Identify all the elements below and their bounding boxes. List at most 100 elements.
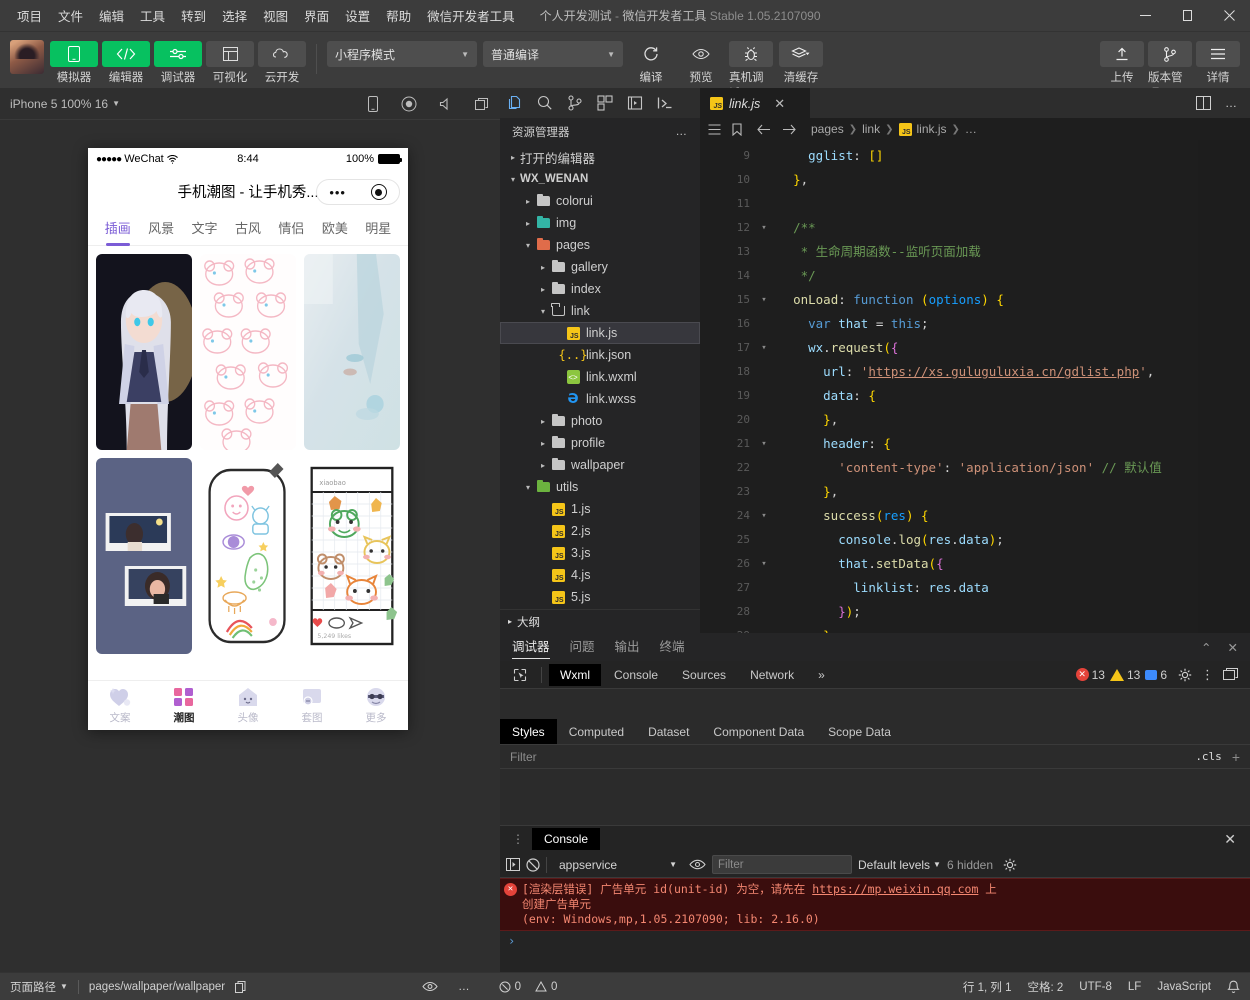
console-sidebar-icon[interactable] — [506, 858, 520, 871]
language-mode[interactable]: JavaScript — [1157, 981, 1211, 993]
compile-select[interactable]: 普通编译 ▼ — [483, 41, 623, 67]
explorer-more-icon[interactable]: … — [676, 126, 689, 138]
tree-item-link-wxml[interactable]: <> link.wxml — [500, 366, 700, 388]
toggle-visualization[interactable]: 可视化 — [206, 36, 254, 85]
tree-item-link-js[interactable]: JS link.js — [500, 322, 700, 344]
panel-tab-terminal[interactable]: 终端 — [660, 633, 685, 661]
category-tab-3[interactable]: 古风 — [226, 212, 269, 246]
tree-item-link[interactable]: ▾ link — [500, 300, 700, 322]
preview-button[interactable]: 预览 — [679, 36, 723, 85]
panel-tab-problems[interactable]: 问题 — [570, 633, 595, 661]
fold-icon[interactable]: ▾ — [758, 504, 770, 528]
tree-item-profile[interactable]: ▸ profile — [500, 432, 700, 454]
code-line[interactable]: var that = this; — [778, 312, 1250, 336]
code-line[interactable] — [778, 192, 1250, 216]
console-prompt[interactable]: › — [500, 931, 1250, 951]
menu-item-goto[interactable]: 转到 — [174, 2, 213, 29]
menu-item-select[interactable]: 选择 — [215, 2, 254, 29]
tree-item-wallpaper[interactable]: ▸ wallpaper — [500, 454, 700, 476]
clear-cache-button[interactable]: 清缓存 — [779, 36, 823, 85]
tree-root[interactable]: ▾ WX_WENAN — [500, 168, 700, 190]
menu-item-project[interactable]: 项目 — [10, 2, 49, 29]
breadcrumb-file[interactable]: link.js — [917, 122, 947, 136]
tab-touxiang[interactable]: 头像 — [216, 681, 280, 730]
capsule-more-icon[interactable]: ••• — [329, 185, 346, 200]
terminal-icon[interactable] — [656, 94, 674, 112]
tree-item-5-js[interactable]: JS 5.js — [500, 586, 700, 608]
tree-item-colorui[interactable]: ▸ colorui — [500, 190, 700, 212]
category-tab-1[interactable]: 风景 — [139, 212, 182, 246]
minimap[interactable] — [1198, 140, 1250, 633]
info-counter[interactable]: 6 — [1145, 668, 1167, 682]
tree-item-utils[interactable]: ▾ utils — [500, 476, 700, 498]
fold-icon[interactable]: ▾ — [758, 336, 770, 360]
chevron-right-icon[interactable]: ▸ — [536, 417, 550, 426]
encoding-setting[interactable]: UTF-8 — [1079, 981, 1112, 993]
clear-console-icon[interactable] — [526, 857, 540, 872]
styles-filter-input[interactable]: Filter — [510, 750, 537, 764]
gallery-thumb[interactable] — [200, 458, 296, 654]
mode-select[interactable]: 小程序模式 ▼ — [327, 41, 477, 67]
code-line[interactable]: data: { — [778, 384, 1250, 408]
dock-side-icon[interactable] — [1223, 668, 1238, 681]
code-line[interactable]: }, — [778, 408, 1250, 432]
capsule-button[interactable]: ••• — [316, 179, 400, 205]
tree-item-1-js[interactable]: JS 1.js — [500, 498, 700, 520]
tree-item-photo[interactable]: ▸ photo — [500, 410, 700, 432]
styles-tab-styles[interactable]: Styles — [500, 719, 557, 744]
cursor-position[interactable]: 行 1, 列 1 — [963, 979, 1012, 995]
tab-more[interactable]: 更多 — [344, 681, 408, 730]
tree-item-img[interactable]: ▸ img — [500, 212, 700, 234]
category-tab-6[interactable]: 明星 — [357, 212, 400, 246]
menu-item-interface[interactable]: 界面 — [297, 2, 336, 29]
extensions-icon[interactable] — [596, 94, 614, 112]
styles-tab-computed[interactable]: Computed — [557, 719, 636, 744]
console-error-message[interactable]: ✕ [渲染层错误] 广告单元 id(unit-id) 为空，请先在 https:… — [500, 878, 1250, 931]
forward-icon[interactable] — [782, 124, 796, 135]
drawer-tab-console[interactable]: Console — [532, 828, 601, 850]
category-tab-0[interactable]: 插画 — [96, 212, 139, 246]
menu-item-view[interactable]: 视图 — [256, 2, 295, 29]
close-button[interactable] — [1208, 0, 1250, 32]
code-area[interactable]: 9 10 11 12 ▾ 13 14 15 ▾ 16 17 ▾ 18 19 20 21 ▾ 22 23 24 ▾ 25 26… — [700, 140, 1250, 633]
styles-tab-component-data[interactable]: Component Data — [701, 719, 816, 744]
chevron-right-icon[interactable]: ▸ — [521, 197, 535, 206]
fold-icon[interactable]: ▾ — [758, 288, 770, 312]
toggle-simulator[interactable]: 模拟器 — [50, 36, 98, 85]
status-error-count-group[interactable]: 0 — [499, 981, 521, 993]
fold-icon[interactable]: ▾ — [758, 216, 770, 240]
tab-wenan[interactable]: 文案 — [88, 681, 152, 730]
outline-toggle-icon[interactable] — [708, 123, 721, 135]
more-icon[interactable]: … — [458, 981, 471, 993]
devtools-tab-network[interactable]: Network — [739, 664, 805, 686]
breadcrumb-pages[interactable]: pages — [811, 122, 844, 136]
editor-tab-linkjs[interactable]: JS link.js ✕ — [700, 88, 810, 118]
code-line[interactable]: } — [778, 624, 1250, 633]
code-line[interactable]: onLoad: function (options) { — [778, 288, 1250, 312]
chevron-down-icon[interactable]: ▾ — [521, 483, 535, 492]
console-context-select[interactable]: appservice ▼ — [553, 858, 683, 872]
code-line[interactable]: */ — [778, 264, 1250, 288]
code-line[interactable]: }, — [778, 480, 1250, 504]
drawer-menu-icon[interactable]: ⋮ — [506, 832, 530, 846]
split-editor-icon[interactable] — [1196, 96, 1211, 110]
eye-icon[interactable] — [422, 981, 438, 992]
code-line[interactable]: }, — [778, 168, 1250, 192]
gallery-thumb[interactable] — [200, 254, 296, 450]
minimize-button[interactable] — [1124, 0, 1166, 32]
toggle-editor[interactable]: 编辑器 — [102, 36, 150, 85]
tab-chaotu[interactable]: 潮图 — [152, 681, 216, 730]
warning-counter[interactable]: 13 — [1109, 668, 1140, 682]
code-line[interactable]: success(res) { — [778, 504, 1250, 528]
code-line[interactable]: header: { — [778, 432, 1250, 456]
compile-button[interactable]: 编译 — [629, 36, 673, 85]
record-icon[interactable] — [401, 96, 417, 112]
drawer-close-icon[interactable]: ✕ — [1224, 831, 1244, 848]
gallery-thumb[interactable] — [304, 254, 400, 450]
menu-item-edit[interactable]: 编辑 — [92, 2, 131, 29]
indent-setting[interactable]: 空格: 2 — [1028, 979, 1064, 995]
category-tab-4[interactable]: 情侣 — [270, 212, 313, 246]
code-line[interactable]: url: 'https://xs.guluguluxia.cn/gdlist.p… — [778, 360, 1250, 384]
eol-setting[interactable]: LF — [1128, 981, 1141, 993]
chevron-right-icon[interactable]: ▸ — [521, 219, 535, 228]
